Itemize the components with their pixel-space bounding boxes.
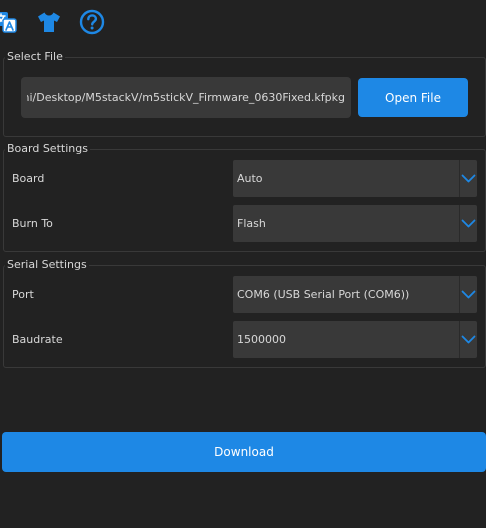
select-divider: [459, 276, 460, 313]
select-file-title: Select File: [5, 50, 65, 64]
board-select-value: Auto: [237, 172, 263, 185]
open-file-button[interactable]: Open File: [358, 78, 468, 117]
baudrate-select[interactable]: 1500000: [233, 321, 477, 358]
port-select[interactable]: COM6 (USB Serial Port (COM6)): [233, 276, 477, 313]
tshirt-icon[interactable]: [36, 9, 62, 35]
chevron-down-icon[interactable]: [461, 172, 476, 184]
toolbar: [0, 0, 486, 44]
board-settings-title: Board Settings: [5, 142, 90, 156]
burn-to-label: Burn To: [12, 217, 53, 230]
burn-to-select-value: Flash: [237, 217, 266, 230]
select-divider: [459, 321, 460, 358]
download-button[interactable]: Download: [2, 432, 486, 472]
burn-to-select[interactable]: Flash: [233, 205, 477, 242]
select-divider: [459, 160, 460, 197]
serial-settings-group: Serial Settings Port COM6 (USB Serial Po…: [3, 258, 486, 368]
chevron-down-icon[interactable]: [461, 288, 476, 300]
baudrate-select-value: 1500000: [237, 333, 286, 346]
file-path-input[interactable]: [21, 77, 351, 118]
board-settings-group: Board Settings Board Auto Burn To Flash: [3, 142, 486, 252]
chevron-down-icon[interactable]: [461, 333, 476, 345]
port-label: Port: [12, 288, 34, 301]
board-label: Board: [12, 172, 45, 185]
help-icon[interactable]: [79, 9, 105, 35]
board-select[interactable]: Auto: [233, 160, 477, 197]
translate-icon[interactable]: [0, 9, 18, 35]
serial-settings-title: Serial Settings: [5, 258, 89, 272]
select-file-group: Select File Open File: [3, 50, 486, 137]
select-divider: [459, 205, 460, 242]
chevron-down-icon[interactable]: [461, 217, 476, 229]
port-select-value: COM6 (USB Serial Port (COM6)): [237, 288, 410, 301]
baudrate-label: Baudrate: [12, 333, 63, 346]
